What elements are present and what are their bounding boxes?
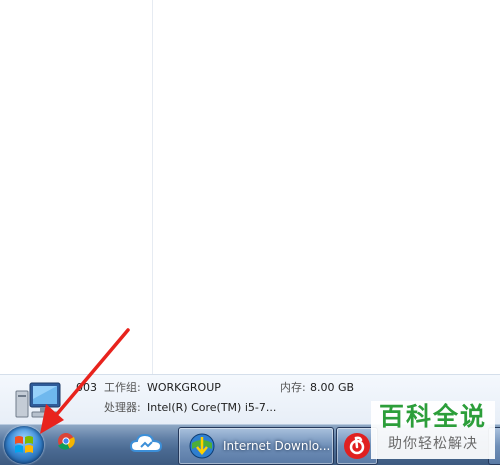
explorer-content-area (0, 0, 500, 374)
watermark: 百科全说 助你轻松解决 (371, 401, 495, 459)
computer-name: 003 (76, 381, 97, 394)
workgroup-value: WORKGROUP (147, 381, 221, 394)
idm-globe-icon (189, 433, 215, 459)
navigation-pane-divider[interactable] (152, 0, 153, 374)
start-button[interactable] (4, 426, 44, 464)
processor-label: 处理器: (104, 401, 141, 414)
memory-label: 内存: (280, 381, 306, 394)
windows-logo-icon (15, 436, 33, 453)
memory-value: 8.00 GB (310, 381, 355, 394)
netease-music-icon (344, 433, 370, 459)
watermark-subtitle: 助你轻松解决 (388, 436, 478, 452)
idm-button-label: Internet Downlo... (223, 439, 331, 453)
watermark-title: 百科全说 (378, 402, 487, 431)
workgroup-label: 工作组: (104, 381, 141, 394)
taskbar-button-internet-download-manager[interactable]: Internet Downlo... (178, 427, 334, 465)
processor-value: Intel(R) Core(TM) i5-7... (147, 401, 277, 414)
cloud-icon[interactable] (128, 425, 166, 465)
chrome-icon[interactable] (50, 425, 82, 465)
computer-icon (15, 382, 61, 418)
